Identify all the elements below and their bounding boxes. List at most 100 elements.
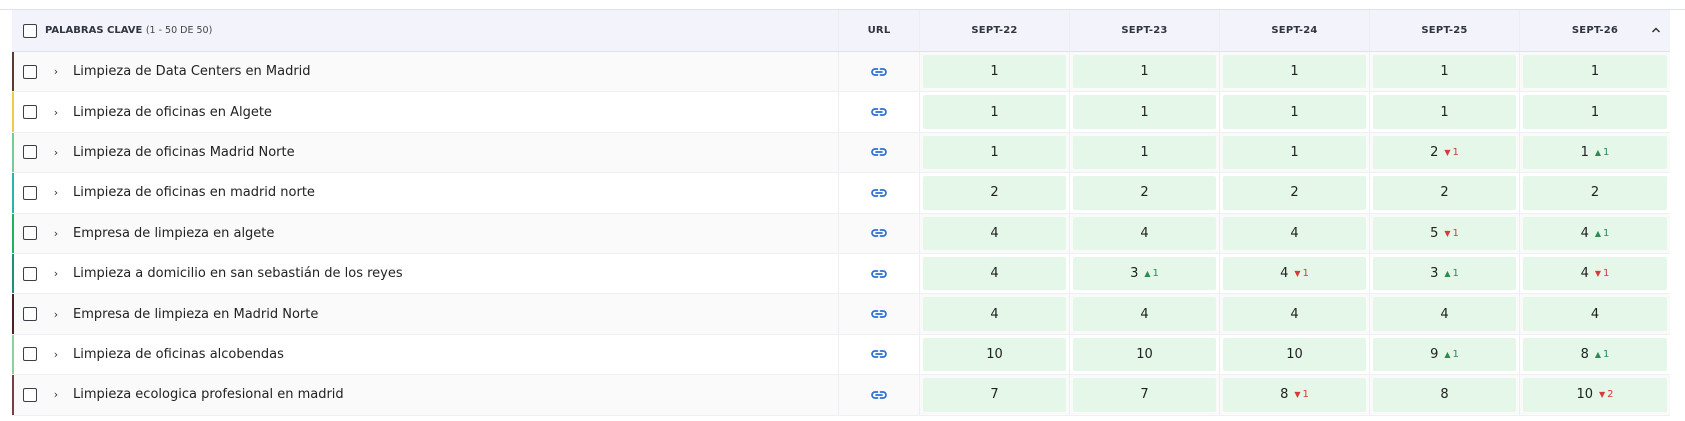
table-row[interactable]: › Empresa de limpieza en Madrid Norte 4 4 4 4… xyxy=(12,294,1670,335)
keyword-color-stripe xyxy=(12,132,14,173)
rank-value: 5 xyxy=(1430,225,1439,241)
row-checkbox[interactable] xyxy=(23,105,37,120)
link-icon[interactable] xyxy=(870,308,888,320)
rank-value-box: 1 xyxy=(923,55,1066,89)
keyword-text[interactable]: Limpieza de oficinas Madrid Norte xyxy=(73,145,295,160)
row-checkbox[interactable] xyxy=(23,266,37,281)
keyword-text[interactable]: Empresa de limpieza en algete xyxy=(73,226,274,241)
rank-value: 4 xyxy=(1440,306,1449,322)
rank-value-box: 2 xyxy=(1523,176,1667,210)
link-icon[interactable] xyxy=(870,389,888,401)
row-checkbox[interactable] xyxy=(23,185,37,200)
rank-value: 2 xyxy=(1290,185,1299,201)
table-row[interactable]: › Limpieza de Data Centers en Madrid 1 1 1 1 1 xyxy=(12,52,1670,93)
rank-value: 4 xyxy=(990,266,999,282)
link-icon[interactable] xyxy=(870,187,888,199)
row-checkbox[interactable] xyxy=(23,387,37,402)
rank-value-box: 3 ▲ 1 xyxy=(1073,256,1216,291)
expand-chevron-icon[interactable]: › xyxy=(51,227,61,240)
rank-value-box: 8 xyxy=(1373,378,1516,412)
header-url[interactable]: URL xyxy=(839,10,920,51)
trend-down-icon: ▼ xyxy=(1599,390,1606,400)
rank-change-value: 1 xyxy=(1452,227,1459,239)
url-cell xyxy=(839,334,920,375)
link-icon[interactable] xyxy=(870,348,888,360)
link-icon[interactable] xyxy=(870,146,888,158)
rank-change-up: ▲ 1 xyxy=(1595,147,1610,158)
rank-value: 1 xyxy=(1590,64,1600,80)
collapse-caret-icon[interactable] xyxy=(1650,24,1662,36)
keyword-cell: › Empresa de limpieza en algete xyxy=(12,213,839,253)
header-date-3[interactable]: SEPT-24 xyxy=(1220,10,1370,51)
table-row[interactable]: › Limpieza de oficinas en madrid norte 2 2 2… xyxy=(12,173,1670,214)
rank-cell: 1 xyxy=(1070,52,1220,92)
expand-chevron-icon[interactable]: › xyxy=(51,348,61,361)
rank-value-box: 10 xyxy=(1223,337,1366,372)
keyword-text[interactable]: Limpieza de oficinas en Algete xyxy=(73,105,272,120)
expand-chevron-icon[interactable]: › xyxy=(51,388,61,401)
rank-cell: 1 xyxy=(1220,52,1370,92)
rank-value-box: 1 xyxy=(1523,55,1667,89)
header-keywords[interactable]: PALABRAS CLAVE (1 - 50 DE 50) xyxy=(12,10,839,51)
select-all-checkbox[interactable] xyxy=(23,23,37,38)
rank-value-box: 1 xyxy=(923,135,1066,170)
table-row[interactable]: › Limpieza de oficinas en Algete 1 1 1 1 1 xyxy=(12,92,1670,133)
rank-cell: 2 xyxy=(1370,173,1520,213)
link-icon[interactable] xyxy=(870,106,888,118)
header-date-4[interactable]: SEPT-25 xyxy=(1370,10,1520,51)
rank-value: 1 xyxy=(990,104,999,120)
keyword-text[interactable]: Limpieza a domicilio en san sebastián de… xyxy=(73,266,403,281)
rank-value-box: 1 xyxy=(1223,95,1366,129)
header-date-5[interactable]: SEPT-26 xyxy=(1520,10,1670,51)
link-icon[interactable] xyxy=(870,268,888,280)
table-row[interactable]: › Limpieza de oficinas alcobendas 10 10 10 9 ▲… xyxy=(12,334,1670,376)
rank-cell: 3 ▲ 1 xyxy=(1370,253,1520,294)
row-checkbox[interactable] xyxy=(23,307,37,322)
rank-cell: 1 xyxy=(920,92,1070,132)
keywords-count: (1 - 50 DE 50) xyxy=(145,25,213,36)
link-icon[interactable] xyxy=(870,66,888,78)
trend-down-icon: ▼ xyxy=(1444,228,1451,238)
rank-value: 2 xyxy=(1440,185,1449,201)
expand-chevron-icon[interactable]: › xyxy=(51,267,61,280)
expand-chevron-icon[interactable]: › xyxy=(51,106,61,119)
row-checkbox[interactable] xyxy=(23,64,37,79)
rank-cell: 1 xyxy=(1520,52,1670,91)
rank-value: 10 xyxy=(986,346,1003,362)
rank-value: 4 xyxy=(1140,306,1149,322)
table-row[interactable]: › Limpieza ecologica profesional en madri… xyxy=(12,375,1670,416)
trend-down-icon: ▼ xyxy=(1294,269,1301,279)
keyword-text[interactable]: Empresa de limpieza en Madrid Norte xyxy=(73,307,318,322)
table-row[interactable]: › Limpieza de oficinas Madrid Norte 1 1 1 2 ▼ 1… xyxy=(12,132,1670,174)
rankings-table: PALABRAS CLAVE (1 - 50 DE 50) URL SEPT-2… xyxy=(12,10,1670,416)
link-icon[interactable] xyxy=(870,227,888,239)
expand-chevron-icon[interactable]: › xyxy=(51,308,61,321)
keyword-cell: › Limpieza de oficinas en madrid norte xyxy=(12,173,839,213)
keyword-cell: › Limpieza de oficinas alcobendas xyxy=(12,334,839,375)
expand-chevron-icon[interactable]: › xyxy=(51,146,61,159)
rank-value-box: 1 xyxy=(1073,135,1216,170)
table-row[interactable]: › Limpieza a domicilio en san sebastián d… xyxy=(12,253,1670,295)
rank-change-down: ▼ 1 xyxy=(1595,268,1610,279)
rank-change-up: ▲ 1 xyxy=(1444,349,1459,360)
keyword-text[interactable]: Limpieza de oficinas alcobendas xyxy=(73,347,284,362)
table-row[interactable]: › Empresa de limpieza en algete 4 4 4 5 ▼ 1 4 ▲ 1 xyxy=(12,213,1670,254)
header-date-2[interactable]: SEPT-23 xyxy=(1070,10,1220,51)
row-checkbox[interactable] xyxy=(23,347,37,362)
header-date-1[interactable]: SEPT-22 xyxy=(920,10,1070,51)
row-checkbox[interactable] xyxy=(23,145,37,160)
rank-value-box: 1 xyxy=(1523,95,1667,129)
keyword-color-stripe xyxy=(12,334,14,375)
keyword-cell: › Limpieza de Data Centers en Madrid xyxy=(12,52,839,92)
keyword-text[interactable]: Limpieza de Data Centers en Madrid xyxy=(73,64,311,79)
rank-value: 3 xyxy=(1430,266,1439,282)
keyword-text[interactable]: Limpieza de oficinas en madrid norte xyxy=(73,185,315,200)
rank-cell: 1 xyxy=(920,52,1070,92)
expand-chevron-icon[interactable]: › xyxy=(51,65,61,78)
rank-cell: 1 xyxy=(1220,132,1370,173)
keyword-text[interactable]: Limpieza ecologica profesional en madrid xyxy=(73,387,344,402)
keyword-cell: › Limpieza de oficinas Madrid Norte xyxy=(12,132,839,173)
row-checkbox[interactable] xyxy=(23,226,37,241)
keyword-color-stripe xyxy=(12,92,14,132)
expand-chevron-icon[interactable]: › xyxy=(51,186,61,199)
